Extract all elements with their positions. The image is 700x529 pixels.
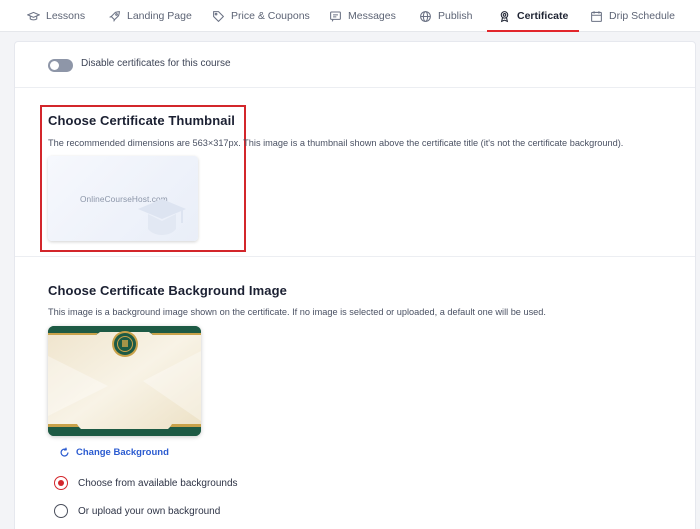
tab-label: Certificate: [517, 10, 569, 22]
tab-messages[interactable]: Messages: [329, 0, 396, 32]
tab-lessons[interactable]: Lessons: [27, 0, 85, 32]
background-description: This image is a background image shown o…: [48, 307, 546, 317]
divider: [15, 87, 695, 88]
tab-publish[interactable]: Publish: [419, 0, 472, 32]
certificate-thumbnail-image[interactable]: OnlineCourseHost.com: [48, 156, 198, 241]
course-tab-bar: Lessons Landing Page Price & Coupons Mes…: [0, 0, 700, 32]
option-upload-background[interactable]: Or upload your own background: [54, 504, 220, 518]
radio-upload-background[interactable]: [54, 504, 68, 518]
graduation-cap-icon: [27, 11, 40, 20]
tag-icon: [213, 10, 225, 22]
change-background-button[interactable]: Change Background: [59, 447, 169, 458]
radio-available-backgrounds[interactable]: [54, 476, 68, 490]
option-available-backgrounds[interactable]: Choose from available backgrounds: [54, 476, 238, 490]
toggle-label: Disable certificates for this course: [81, 58, 231, 69]
rocket-icon: [109, 10, 120, 22]
thumbnail-section-title: Choose Certificate Thumbnail: [48, 113, 235, 128]
option-label: Or upload your own background: [78, 505, 221, 517]
tab-price-coupons[interactable]: Price & Coupons: [212, 0, 310, 32]
award-icon: [500, 10, 509, 22]
option-label: Choose from available backgrounds: [78, 477, 238, 489]
tab-landing-page[interactable]: Landing Page: [108, 0, 192, 32]
change-background-label: Change Background: [76, 447, 169, 458]
thumbnail-description: The recommended dimensions are 563×317px…: [48, 138, 624, 148]
tab-label: Landing Page: [127, 10, 192, 22]
tab-label: Lessons: [46, 10, 86, 22]
background-section-title: Choose Certificate Background Image: [48, 283, 287, 298]
certificate-background-art: [48, 326, 201, 436]
globe-icon: [420, 10, 431, 22]
certificate-settings-card: Disable certificates for this course Cho…: [14, 41, 696, 529]
calendar-icon: [591, 10, 602, 22]
tab-label: Price & Coupons: [231, 10, 310, 22]
tab-drip-schedule[interactable]: Drip Schedule: [590, 0, 675, 32]
message-icon: [330, 11, 341, 22]
tab-certificate[interactable]: Certificate: [486, 0, 580, 32]
tab-label: Drip Schedule: [609, 10, 675, 22]
divider: [15, 256, 695, 257]
disable-certificates-toggle[interactable]: [48, 59, 73, 72]
graduation-cap-icon: [138, 199, 186, 235]
tab-label: Messages: [348, 10, 396, 22]
refresh-icon: [60, 447, 69, 457]
toggle-knob: [50, 61, 59, 70]
tab-label: Publish: [438, 10, 473, 22]
certificate-background-preview[interactable]: [48, 326, 201, 436]
